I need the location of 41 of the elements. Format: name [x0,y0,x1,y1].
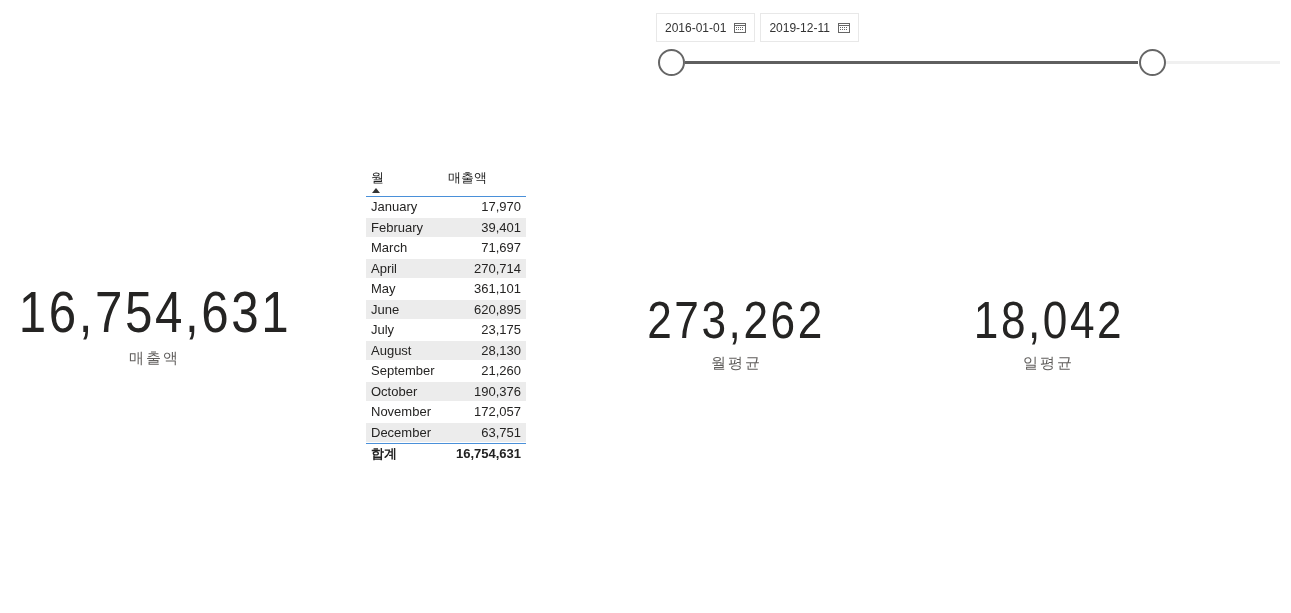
table-cell-text: March [370,239,409,257]
sort-ascending-icon [372,188,380,193]
kpi-label: 월평균 [710,353,762,373]
table-cell-text: June [370,300,401,319]
kpi-label: 일평균 [1023,353,1075,373]
table-cell-text: May [370,280,397,298]
table-cell-text: 23,175 [480,321,522,339]
table-cell-text: July [370,321,396,339]
slider-thumb[interactable] [1139,49,1167,76]
table-cell-text: August [370,341,413,360]
table-cell-text: April [370,259,398,278]
table-cell-text: 39,401 [480,218,522,237]
kpi-label: 매출액 [129,348,181,368]
table-cell-text: 172,057 [473,403,522,421]
calendar-icon [734,22,747,33]
table-cell-text: January [370,198,419,216]
table-cell-text: December [370,423,432,442]
table-cell-text: September [370,362,436,380]
kpi-value: 16,754,631 [18,283,292,341]
table-cell-text: 361,101 [473,280,522,298]
slider-thumb[interactable] [658,49,685,76]
table-cell-text: November [370,403,432,421]
table-cell-text: February [370,218,425,237]
table-cell-text: 620,895 [473,300,522,319]
table-cell-text: 190,376 [473,382,522,401]
table-cell-text: 71,697 [480,239,522,257]
column-header[interactable]: 매출액 [446,168,526,196]
table-cell-text: 21,260 [480,362,522,380]
table-cell-text: 28,130 [480,341,522,360]
start-date-field[interactable]: 2016-01-01 [656,13,756,42]
kpi-value: 273,262 [647,294,825,346]
end-date-field[interactable]: 2019-12-11 [760,13,859,42]
table-cell-text: October [370,382,419,401]
table-cell-text: 63,751 [480,423,522,442]
table-cell-text: 270,714 [473,259,522,278]
calendar-icon [837,22,850,33]
total-label: 합계 [370,444,398,463]
column-header[interactable]: 월 [366,168,446,196]
table-cell-text: 17,970 [480,198,522,216]
kpi-value: 18,042 [973,294,1125,346]
total-value: 16,754,631 [454,444,522,463]
